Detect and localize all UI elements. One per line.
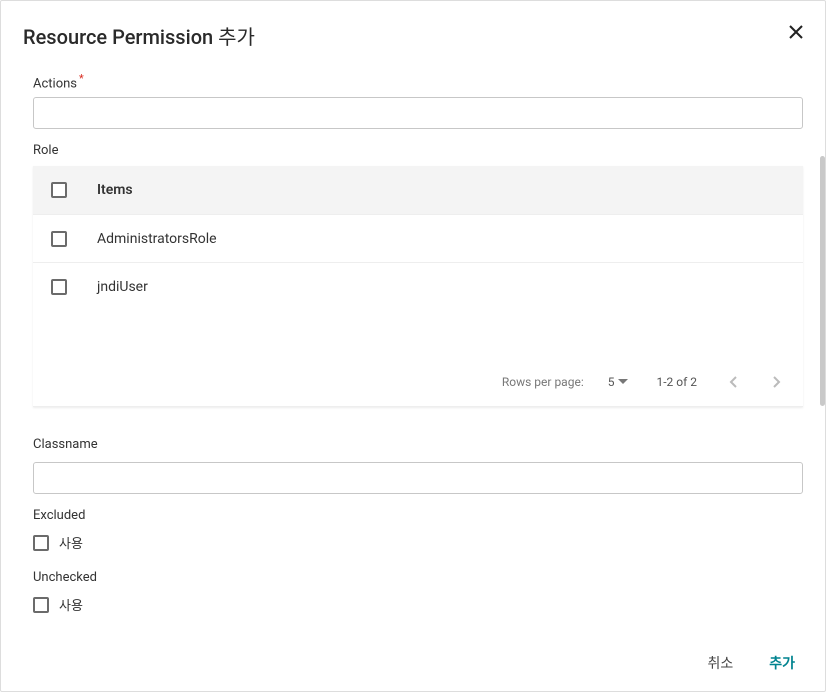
role-section: Role Items AdministratorsRole jndiUser R… (33, 143, 803, 407)
cancel-button[interactable]: 취소 (707, 653, 733, 673)
rows-per-page-select[interactable]: 5 (608, 375, 629, 389)
page-range: 1-2 of 2 (656, 375, 697, 389)
classname-label: Classname (33, 437, 803, 452)
row-name: jndiUser (97, 279, 148, 295)
rows-per-page-label: Rows per page: (502, 375, 584, 389)
resource-permission-dialog: Resource Permission 추가 Actions* Role Ite… (0, 0, 826, 692)
actions-label: Actions* (33, 72, 803, 91)
row-checkbox[interactable] (51, 231, 67, 247)
excluded-label: Excluded (33, 508, 803, 523)
required-indicator: * (79, 72, 84, 85)
excluded-checkbox[interactable] (33, 535, 49, 551)
unchecked-checkbox-label: 사용 (59, 595, 83, 614)
rows-per-page-value: 5 (608, 375, 615, 389)
row-name: AdministratorsRole (97, 231, 217, 247)
table-row: AdministratorsRole (33, 214, 803, 262)
excluded-field: 사용 (33, 533, 803, 552)
prev-page-button[interactable] (725, 372, 741, 392)
role-label: Role (33, 143, 803, 158)
dropdown-icon (618, 379, 628, 385)
excluded-checkbox-label: 사용 (59, 533, 83, 552)
next-page-button[interactable] (769, 372, 785, 392)
unchecked-checkbox[interactable] (33, 597, 49, 613)
scrollbar-thumb[interactable] (820, 156, 825, 406)
select-all-checkbox[interactable] (51, 182, 67, 198)
close-icon (787, 23, 805, 41)
actions-input[interactable] (33, 97, 803, 129)
submit-button[interactable]: 추가 (769, 653, 795, 673)
role-table: Items AdministratorsRole jndiUser Rows p… (33, 166, 803, 407)
table-header-items: Items (97, 182, 133, 198)
dialog-header: Resource Permission 추가 (23, 21, 807, 50)
table-row: jndiUser (33, 262, 803, 310)
classname-input[interactable] (33, 462, 803, 494)
table-header: Items (33, 166, 803, 214)
close-button[interactable] (785, 21, 807, 43)
table-footer: Rows per page: 5 1-2 of 2 (33, 360, 803, 406)
rows-per-page: Rows per page: 5 (502, 375, 629, 389)
dialog-footer: 취소 추가 (23, 635, 807, 673)
dialog-content: Actions* Role Items AdministratorsRole j… (23, 72, 807, 635)
row-checkbox[interactable] (51, 279, 67, 295)
chevron-left-icon (729, 376, 737, 388)
dialog-title: Resource Permission 추가 (23, 21, 255, 50)
chevron-right-icon (773, 376, 781, 388)
unchecked-label: Unchecked (33, 570, 803, 585)
unchecked-field: 사용 (33, 595, 803, 614)
actions-label-text: Actions (33, 76, 77, 91)
